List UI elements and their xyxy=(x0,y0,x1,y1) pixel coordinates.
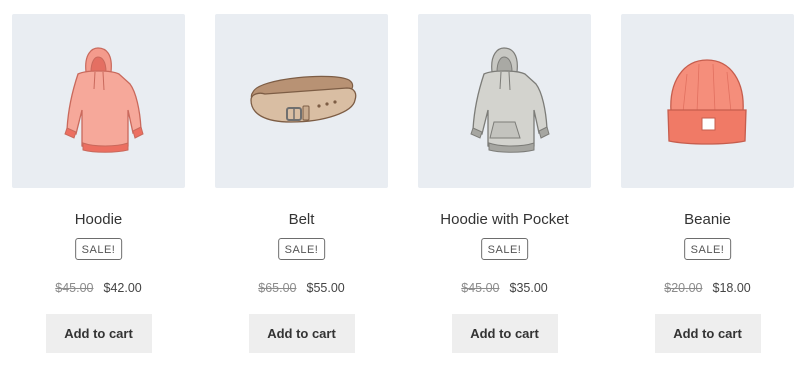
product-grid: Hoodie SALE! $45.00 $42.00 Add to cart B… xyxy=(0,0,807,374)
leather-belt-icon xyxy=(250,75,357,123)
sale-price: $55.00 xyxy=(306,281,345,295)
product-image-link[interactable] xyxy=(621,14,794,188)
product-card-hoodie-with-pocket: Hoodie with Pocket SALE! $45.00 $35.00 Ad… xyxy=(418,14,591,364)
product-title[interactable]: Hoodie with Pocket xyxy=(418,210,591,230)
product-title[interactable]: Hoodie xyxy=(12,210,185,230)
gray-hoodie-pocket-icon xyxy=(470,47,550,153)
product-image-link[interactable] xyxy=(418,14,591,188)
add-to-cart-button[interactable]: Add to cart xyxy=(45,314,152,353)
regular-price: $45.00 xyxy=(55,281,94,295)
regular-price: $65.00 xyxy=(258,281,297,295)
add-to-cart-button[interactable]: Add to cart xyxy=(248,314,355,353)
regular-price: $45.00 xyxy=(461,281,500,295)
product-price: $45.00 $42.00 xyxy=(12,279,185,297)
product-image-link[interactable] xyxy=(215,14,388,188)
add-to-cart-button[interactable]: Add to cart xyxy=(451,314,558,353)
sale-badge: SALE! xyxy=(480,238,529,260)
sale-badge: SALE! xyxy=(683,238,732,260)
product-price: $20.00 $18.00 xyxy=(621,279,794,297)
product-price: $65.00 $55.00 xyxy=(215,279,388,297)
orange-beanie-icon xyxy=(667,59,747,145)
product-title[interactable]: Beanie xyxy=(621,210,794,230)
product-card-beanie: Beanie SALE! $20.00 $18.00 Add to cart xyxy=(621,14,794,364)
product-image-link[interactable] xyxy=(12,14,185,188)
product-card-hoodie: Hoodie SALE! $45.00 $42.00 Add to cart xyxy=(12,14,185,364)
sale-badge: SALE! xyxy=(74,238,123,260)
sale-price: $42.00 xyxy=(103,281,142,295)
pink-hoodie-icon xyxy=(64,47,144,153)
regular-price: $20.00 xyxy=(664,281,703,295)
sale-price: $18.00 xyxy=(712,281,751,295)
add-to-cart-button[interactable]: Add to cart xyxy=(654,314,761,353)
sale-badge: SALE! xyxy=(277,238,326,260)
product-price: $45.00 $35.00 xyxy=(418,279,591,297)
sale-price: $35.00 xyxy=(509,281,548,295)
product-title[interactable]: Belt xyxy=(215,210,388,230)
product-card-belt: Belt SALE! $65.00 $55.00 Add to cart xyxy=(215,14,388,364)
